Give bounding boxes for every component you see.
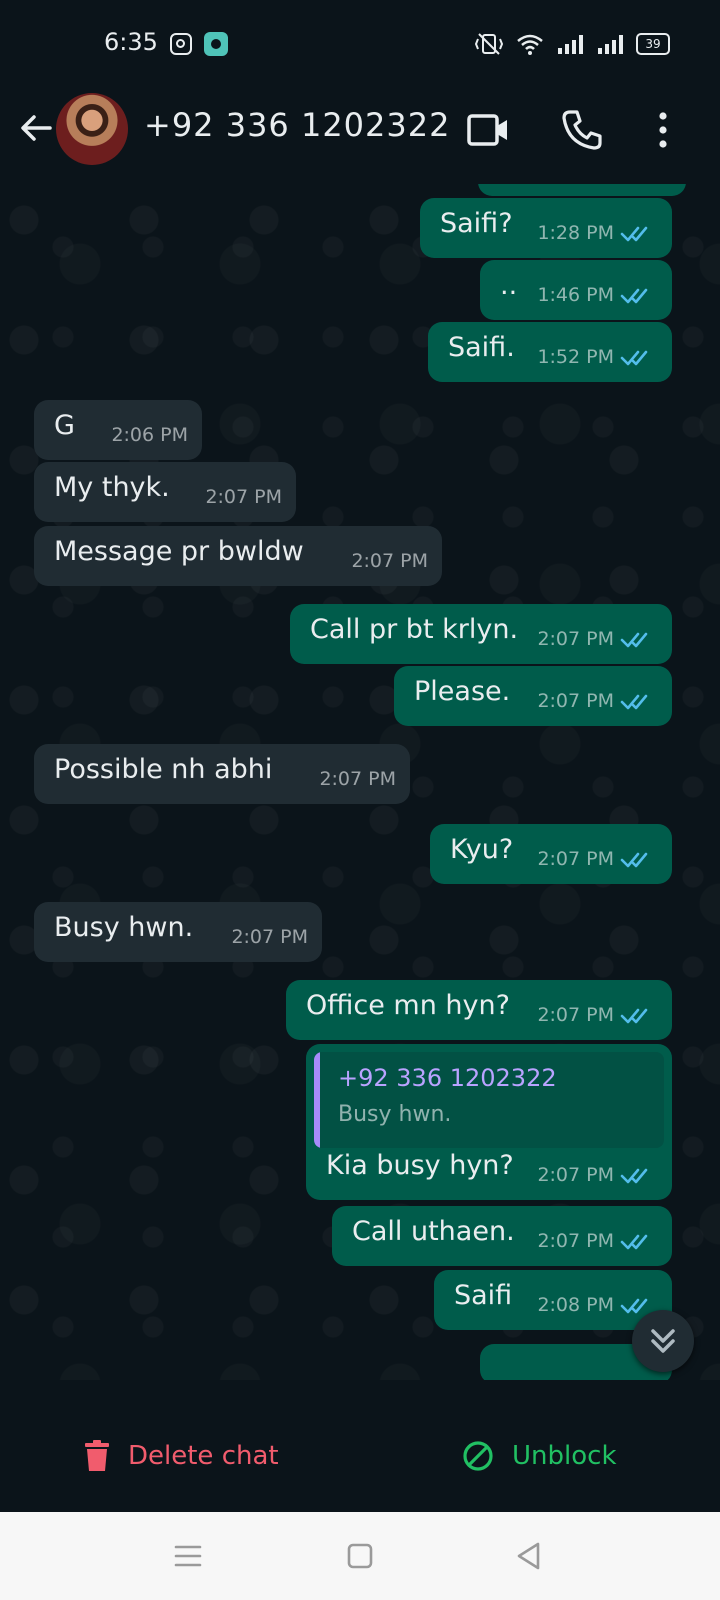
incoming-message[interactable]: Possible nh abhi 2:07 PM <box>34 744 410 804</box>
read-receipt-icon <box>620 286 654 306</box>
read-receipt-icon <box>620 1232 654 1252</box>
status-indicators: 39 <box>474 30 670 58</box>
message-text: Kyu? <box>450 834 514 865</box>
vibrate-icon <box>474 33 504 55</box>
unblock-icon <box>463 1441 493 1471</box>
back-arrow-icon[interactable] <box>16 108 56 148</box>
chat-header: +92 336 1202322 <box>0 88 720 184</box>
message-time: 2:07 PM <box>537 1164 614 1186</box>
message-text: Saifi <box>454 1280 513 1311</box>
more-options-icon[interactable] <box>648 108 678 152</box>
scroll-to-bottom-button[interactable] <box>632 1310 694 1372</box>
read-receipt-icon <box>620 1166 654 1186</box>
outgoing-message[interactable]: Saifi. 1:52 PM <box>428 322 672 382</box>
incoming-message[interactable]: Message pr bwldw 2:07 PM <box>34 526 442 586</box>
video-call-icon[interactable] <box>466 108 510 152</box>
outgoing-message[interactable]: .. 1:46 PM <box>480 260 672 320</box>
blocked-contact-bar: Delete chat Unblock <box>0 1380 720 1512</box>
message-text: Saifi? <box>440 208 513 239</box>
message-time: 2:07 PM <box>537 1004 614 1026</box>
message-time: 2:07 PM <box>537 690 614 712</box>
system-navigation-bar <box>0 1512 720 1600</box>
outgoing-message[interactable]: Call pr bt krlyn. 2:07 PM <box>290 604 672 664</box>
read-receipt-icon <box>620 850 654 870</box>
message-text: Office mn hyn? <box>306 990 510 1021</box>
delete-chat-button[interactable]: Delete chat <box>84 1436 279 1476</box>
quote-author: +92 336 1202322 <box>338 1064 557 1092</box>
message-time: 2:08 PM <box>537 1294 614 1316</box>
avatar[interactable] <box>56 93 128 165</box>
status-time: 6:35 <box>104 28 158 56</box>
message-text: Possible nh abhi <box>54 754 273 785</box>
double-chevron-down-icon <box>651 1329 675 1353</box>
incoming-message[interactable]: Busy hwn. 2:07 PM <box>34 902 322 962</box>
message-text: Call pr bt krlyn. <box>310 614 519 645</box>
message-text: My thyk. <box>54 472 170 503</box>
quote-text: Busy hwn. <box>338 1102 452 1127</box>
quoted-message[interactable]: +92 336 1202322 Busy hwn. <box>314 1052 664 1148</box>
read-receipt-icon <box>620 1006 654 1026</box>
signal-icon <box>558 35 583 54</box>
message-bubble-partial[interactable] <box>478 184 686 196</box>
voice-call-icon[interactable] <box>560 108 604 152</box>
message-time: 2:07 PM <box>537 1230 614 1252</box>
message-text: Busy hwn. <box>54 912 194 943</box>
message-time: 1:28 PM <box>537 222 614 244</box>
app-notification-icon <box>204 32 228 56</box>
battery-icon: 39 <box>636 33 670 55</box>
quote-bar <box>314 1052 320 1148</box>
menu-icon[interactable] <box>164 1532 212 1580</box>
message-text: G <box>54 410 75 441</box>
message-time: 2:07 PM <box>351 550 428 572</box>
status-bar: 6:35 39 <box>0 0 720 88</box>
message-text: Call uthaen. <box>352 1216 515 1247</box>
delete-chat-label: Delete chat <box>128 1441 279 1471</box>
outgoing-message[interactable]: Call uthaen. 2:07 PM <box>332 1206 672 1266</box>
message-text: Please. <box>414 676 511 707</box>
message-text: Message pr bwldw <box>54 536 304 567</box>
back-triangle-icon[interactable] <box>506 1532 554 1580</box>
message-time: 2:07 PM <box>537 848 614 870</box>
read-receipt-icon <box>620 692 654 712</box>
instagram-icon <box>170 33 192 55</box>
message-time: 2:07 PM <box>205 486 282 508</box>
outgoing-message[interactable]: Saifi? 1:28 PM <box>420 198 672 258</box>
read-receipt-icon <box>620 224 654 244</box>
message-time: 2:07 PM <box>231 926 308 948</box>
outgoing-message[interactable]: +92 336 1202322 Busy hwn. Kia busy hyn? 2:0… <box>306 1044 672 1200</box>
outgoing-message[interactable]: Office mn hyn? 2:07 PM <box>286 980 672 1040</box>
read-receipt-icon <box>620 630 654 650</box>
message-text: Kia busy hyn? <box>326 1150 514 1181</box>
trash-icon <box>85 1440 109 1471</box>
home-icon[interactable] <box>336 1532 384 1580</box>
outgoing-message[interactable]: Please. 2:07 PM <box>394 666 672 726</box>
message-time: 2:07 PM <box>537 628 614 650</box>
incoming-message[interactable]: G 2:06 PM <box>34 400 202 460</box>
read-receipt-icon <box>620 348 654 368</box>
incoming-message[interactable]: My thyk. 2:07 PM <box>34 462 296 522</box>
message-text: .. <box>500 270 518 301</box>
contact-name[interactable]: +92 336 1202322 <box>144 106 450 144</box>
unblock-label: Unblock <box>512 1441 617 1471</box>
message-list[interactable]: Saifi? 1:28 PM.. 1:46 PM Saifi. 1:52 PM G 2:06… <box>0 184 720 1380</box>
signal-icon <box>598 35 623 54</box>
message-time: 1:46 PM <box>537 284 614 306</box>
message-text: Saifi. <box>448 332 515 363</box>
outgoing-message[interactable]: Kyu? 2:07 PM <box>430 824 672 884</box>
wifi-icon <box>517 34 543 55</box>
message-time: 1:52 PM <box>537 346 614 368</box>
message-time: 2:06 PM <box>111 424 188 446</box>
unblock-button[interactable]: Unblock <box>462 1436 617 1476</box>
message-time: 2:07 PM <box>319 768 396 790</box>
